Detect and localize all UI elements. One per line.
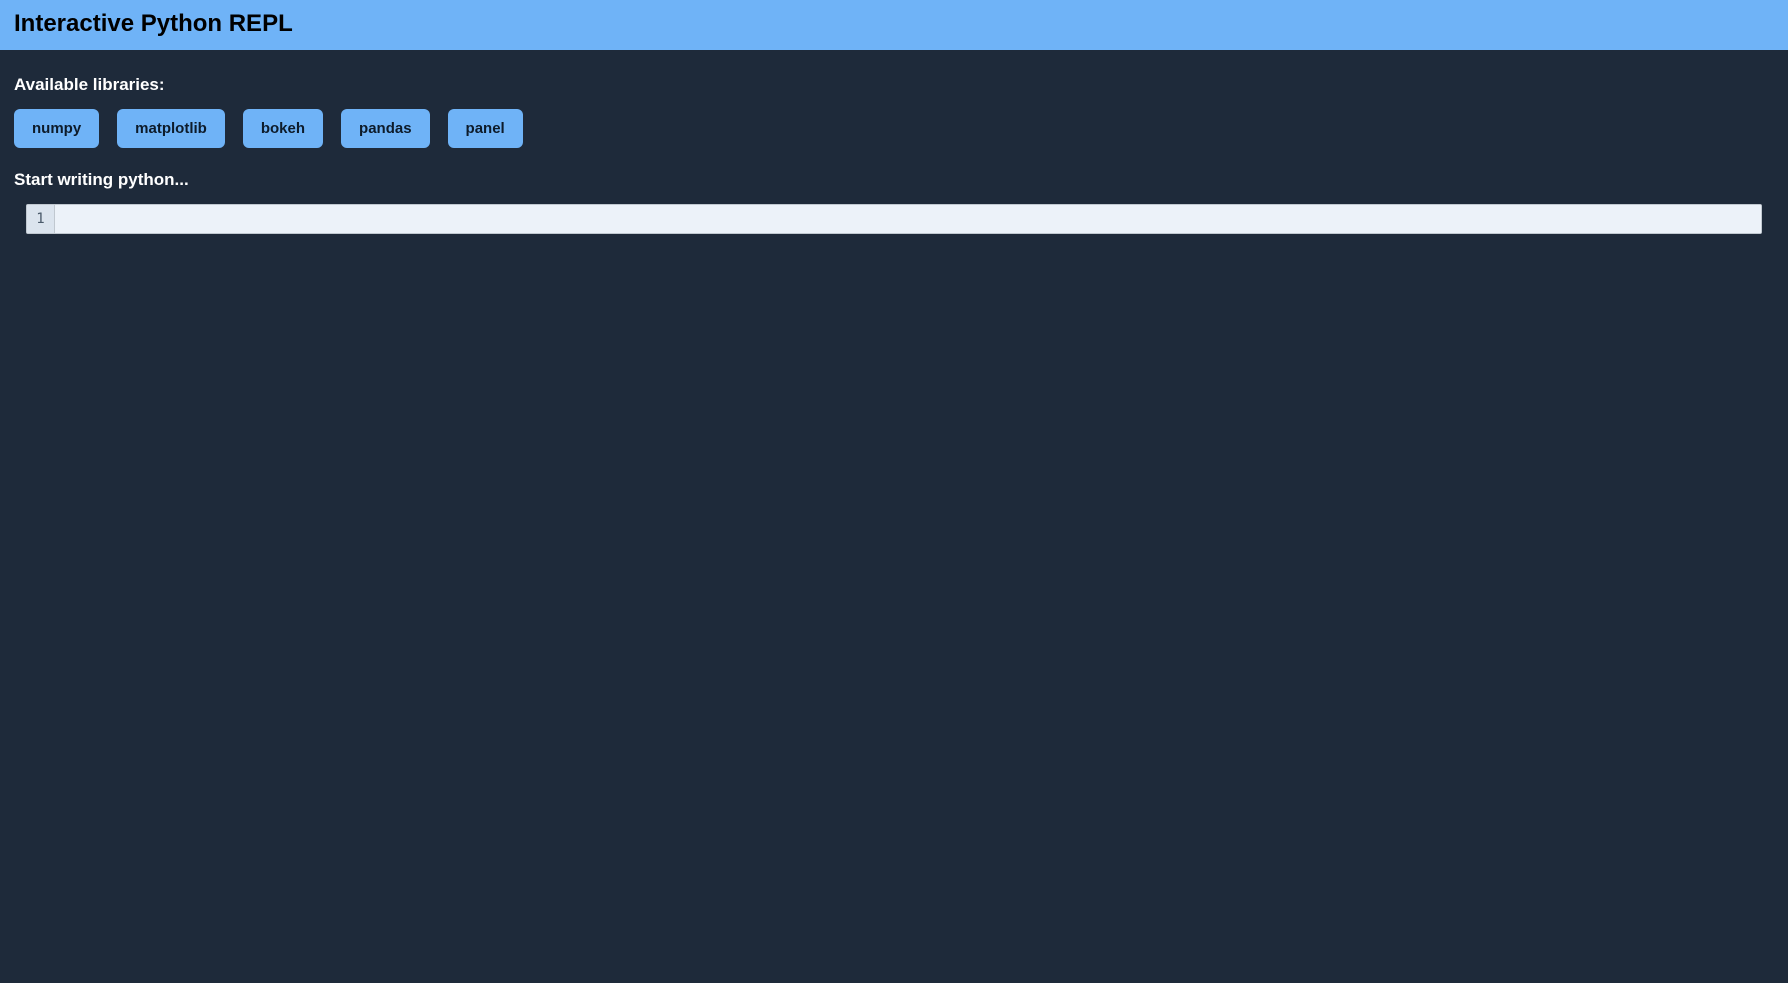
library-button-panel[interactable]: panel	[448, 109, 523, 148]
code-input[interactable]	[55, 205, 1761, 233]
library-button-pandas[interactable]: pandas	[341, 109, 430, 148]
library-buttons-row: numpy matplotlib bokeh pandas panel	[14, 109, 1774, 148]
library-button-matplotlib[interactable]: matplotlib	[117, 109, 225, 148]
prompt-label: Start writing python...	[14, 170, 1774, 190]
libraries-label: Available libraries:	[14, 75, 1774, 95]
app-header: Interactive Python REPL	[0, 0, 1788, 53]
main-content: Available libraries: numpy matplotlib bo…	[0, 53, 1788, 248]
app-title: Interactive Python REPL	[14, 10, 293, 37]
library-button-numpy[interactable]: numpy	[14, 109, 99, 148]
editor-container: 1	[26, 204, 1762, 234]
code-editor[interactable]: 1	[26, 204, 1762, 234]
library-button-bokeh[interactable]: bokeh	[243, 109, 323, 148]
line-number-gutter: 1	[27, 205, 55, 233]
